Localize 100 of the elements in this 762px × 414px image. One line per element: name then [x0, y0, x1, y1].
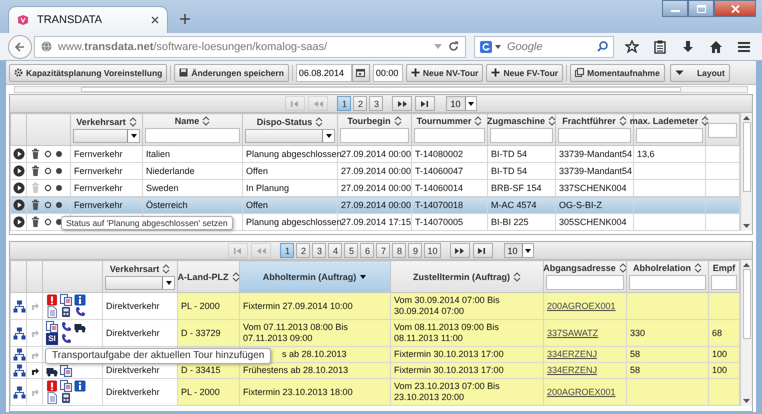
table-row[interactable]: SI Direktverkehr D - 33729 Vom 07.11.2013 08:00 Bis 07.11.2013 09:00 Vom 08.11.2013 09:00 Bis 08.11.2013 11:00 337SAWATZ 330 68	[10, 320, 740, 346]
vertical-scrollbar[interactable]	[740, 113, 752, 231]
filter-field[interactable]	[145, 128, 240, 143]
sort-icon[interactable]	[162, 264, 170, 274]
scroll-down-icon[interactable]	[743, 224, 750, 229]
trash-icon[interactable]	[30, 199, 41, 211]
alert-icon[interactable]	[46, 380, 58, 392]
dot-icon[interactable]	[55, 201, 63, 209]
play-icon[interactable]	[13, 165, 25, 177]
page-button[interactable]: 2	[353, 96, 368, 111]
maximize-button[interactable]	[688, 0, 714, 17]
close-button[interactable]	[714, 0, 756, 17]
alert-icon[interactable]	[46, 294, 58, 306]
sort-icon[interactable]	[315, 116, 324, 126]
page-button[interactable]: 9	[408, 243, 422, 258]
close-icon[interactable]	[151, 16, 159, 24]
filter-field[interactable]	[490, 128, 553, 143]
calendar-button[interactable]	[352, 64, 370, 82]
scroll-up-icon[interactable]	[743, 262, 750, 267]
hierarchy-icon[interactable]	[13, 386, 26, 398]
filter-field[interactable]	[711, 275, 737, 290]
filter-field[interactable]	[636, 128, 703, 143]
toolbar-button[interactable]: Layout	[670, 64, 730, 82]
circle-icon[interactable]	[44, 218, 52, 226]
trash-icon[interactable]	[30, 148, 41, 160]
sort-icon[interactable]	[128, 116, 137, 126]
phone-icon[interactable]	[74, 306, 86, 318]
filter-field[interactable]	[414, 128, 485, 143]
vertical-scrollbar[interactable]	[740, 260, 752, 406]
column-header[interactable]: Tourbegin	[347, 116, 391, 126]
page-button[interactable]: 1	[280, 243, 294, 258]
circle-icon[interactable]	[44, 150, 52, 158]
browser-tab[interactable]: TRANSDATA	[8, 6, 168, 33]
hierarchy-icon[interactable]	[13, 364, 26, 377]
info-icon[interactable]	[74, 294, 86, 306]
clipboard-icon[interactable]	[653, 40, 667, 54]
hierarchy-icon[interactable]	[13, 326, 26, 340]
sort-icon[interactable]	[694, 263, 702, 273]
filter-field[interactable]	[629, 275, 706, 290]
table-row[interactable]: Fernverkehr Österreich Offen 27.09.2014 00:00 T-14070018 M-AC 4574 OG-S-BI-Z	[10, 196, 740, 214]
search-box[interactable]: Google	[474, 36, 614, 58]
search-field[interactable]: Google	[504, 40, 594, 52]
last-page-button[interactable]	[472, 243, 492, 258]
toolbar-button[interactable]: Momentaufnahme	[570, 64, 665, 82]
documents-icon[interactable]	[60, 294, 72, 306]
table-row[interactable]: Transportaufgabe der aktuellen Tour hinzufügen s ab 28.10.2013 Fixtermin 30.10.2013 17:00 334ERZENJ 58 100	[10, 346, 740, 362]
hierarchy-icon[interactable]	[13, 300, 26, 312]
truck-icon[interactable]	[74, 321, 86, 333]
download-icon[interactable]	[681, 40, 695, 54]
table-row[interactable]: Fernverkehr Italien Planung abgeschlossen27.09.2014 00:00 T-14080002 BI-TD 54 33739-Mandant54 13,6	[10, 146, 740, 162]
reload-icon[interactable]	[448, 41, 459, 52]
search-icon[interactable]	[597, 41, 608, 52]
sort-icon[interactable]	[618, 116, 627, 126]
minimize-button[interactable]	[662, 0, 688, 17]
play-icon[interactable]	[13, 182, 25, 194]
column-header[interactable]: Abholtermin (Auftrag)	[262, 272, 356, 282]
document-icon[interactable]	[46, 306, 58, 318]
filter-dropdown[interactable]	[105, 276, 175, 290]
documents-icon[interactable]	[46, 321, 58, 333]
toolbar-button[interactable]: Änderungen speichern	[174, 64, 289, 82]
next-page-icon[interactable]	[454, 246, 465, 254]
horizontal-scrollbar[interactable]	[14, 86, 748, 93]
toolbar-button[interactable]: Neue FV-Tour	[486, 64, 564, 82]
scroll-down-icon[interactable]	[743, 399, 750, 404]
sort-icon[interactable]	[202, 116, 210, 126]
page-button[interactable]: 2	[296, 243, 310, 258]
documents-icon[interactable]	[60, 380, 72, 392]
sort-icon[interactable]	[701, 116, 710, 126]
play-icon[interactable]	[13, 216, 25, 228]
column-header[interactable]: max. Lademeter	[630, 116, 698, 126]
circle-icon[interactable]	[44, 167, 52, 175]
phone-icon[interactable]	[60, 333, 72, 345]
next-page-button[interactable]	[450, 243, 470, 258]
filter-field[interactable]	[546, 275, 624, 290]
table-row[interactable]: Direktverkehr PL - 2000 Fixtermin 23.10.2013 18:00 Vom 23.10.2013 07:00 Bis 23.10.2013 20:00 200AGROEX001	[10, 378, 740, 406]
star-icon[interactable]	[625, 40, 639, 54]
page-button[interactable]: 6	[360, 243, 374, 258]
badge[interactable]: SI	[46, 333, 58, 345]
last-page-icon[interactable]	[420, 100, 431, 108]
page-button[interactable]: 3	[369, 96, 384, 111]
toolbar-button[interactable]: Neue NV-Tour	[406, 64, 484, 82]
page-button[interactable]: 10	[424, 243, 440, 258]
page-size-dropdown[interactable]: 10	[446, 96, 476, 111]
dot-icon[interactable]	[55, 184, 63, 192]
page-button[interactable]: 5	[344, 243, 358, 258]
phone-icon[interactable]	[60, 321, 72, 333]
play-icon[interactable]	[13, 148, 25, 160]
sort-icon[interactable]	[474, 116, 482, 126]
next-page-button[interactable]	[392, 96, 412, 111]
documents-icon[interactable]	[60, 364, 72, 376]
scroll-up-icon[interactable]	[743, 115, 750, 120]
page-button[interactable]: 7	[376, 243, 390, 258]
device-icon[interactable]	[60, 306, 72, 318]
dot-icon[interactable]	[55, 167, 63, 175]
document-icon[interactable]	[46, 392, 58, 404]
info-icon[interactable]	[74, 380, 86, 392]
sort-icon[interactable]	[618, 263, 627, 273]
table-row[interactable]: Status auf 'Planung abgeschlossen' setzen Planung abgeschlossen27.09.2014 17:15 T-14070005 BI-BI 225 305SCHENK004	[10, 214, 740, 230]
table-row[interactable]: Direktverkehr D - 33415 Frühestens ab 28.10.2013 Fixtermin 30.10.2013 17:00 334ERZENJ 58 100	[10, 362, 740, 378]
page-button[interactable]: 8	[392, 243, 406, 258]
